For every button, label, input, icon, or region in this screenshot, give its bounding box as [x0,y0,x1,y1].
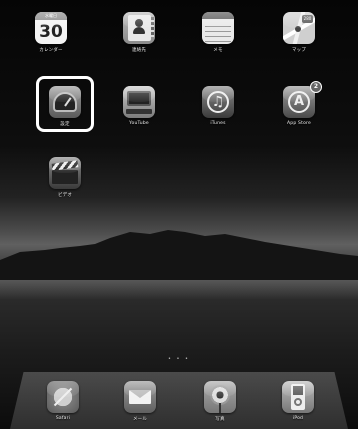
app-calendar[interactable]: 水曜日 30 カレンダー [21,12,81,53]
app-label: メモ [213,48,223,53]
app-label: 写真 [215,417,225,422]
app-label: App Store [287,121,311,126]
app-label: ビデオ [57,193,73,198]
ipod-icon [282,381,314,413]
calendar-day-of-week: 水曜日 [45,13,57,18]
app-label: メール [132,417,148,422]
app-label: YouTube [129,121,149,126]
videos-icon [49,157,81,189]
page-indicator[interactable]: • • • [0,356,358,362]
app-videos[interactable]: ビデオ [35,157,95,198]
itunes-icon: ♫ [202,86,234,118]
app-label: iTunes [210,121,226,126]
app-maps[interactable]: 280 マップ [269,12,329,53]
app-contacts[interactable]: 連絡先 [109,12,169,53]
app-notes[interactable]: メモ [188,12,248,53]
dock-app-ipod[interactable]: iPod [268,381,328,421]
app-store-badge: 2 [310,81,322,93]
calendar-day-number: 30 [39,22,63,42]
app-label: iPod [292,416,304,421]
mountain-silhouette [0,230,358,280]
app-label: マップ [291,48,307,53]
maps-icon: 280 [283,12,315,44]
settings-highlight-box [36,76,94,132]
calendar-icon: 水曜日 30 [35,12,67,44]
lake-reflection [0,280,358,300]
notes-icon [202,12,234,44]
app-store-icon: A [283,86,315,118]
dock-app-safari[interactable]: Safari [33,381,93,421]
app-itunes[interactable]: ♫ iTunes [188,86,248,126]
app-label: Safari [55,416,71,421]
youtube-icon [123,86,155,118]
app-app-store[interactable]: A 2 App Store [269,81,329,126]
maps-sign: 280 [302,15,313,23]
app-youtube[interactable]: YouTube [109,86,169,126]
dock-app-photos[interactable]: 写真 [190,381,250,422]
app-label: カレンダー [39,48,63,53]
photos-icon [204,381,236,413]
dock-app-mail[interactable]: メール [110,381,170,422]
ipad-home-screen: 水曜日 30 カレンダー 連絡先 メモ 280 マップ 設定 YouTube ♫… [0,0,358,429]
app-label: 連絡先 [131,48,147,53]
contacts-icon [123,12,155,44]
mail-icon [124,381,156,413]
safari-icon [47,381,79,413]
